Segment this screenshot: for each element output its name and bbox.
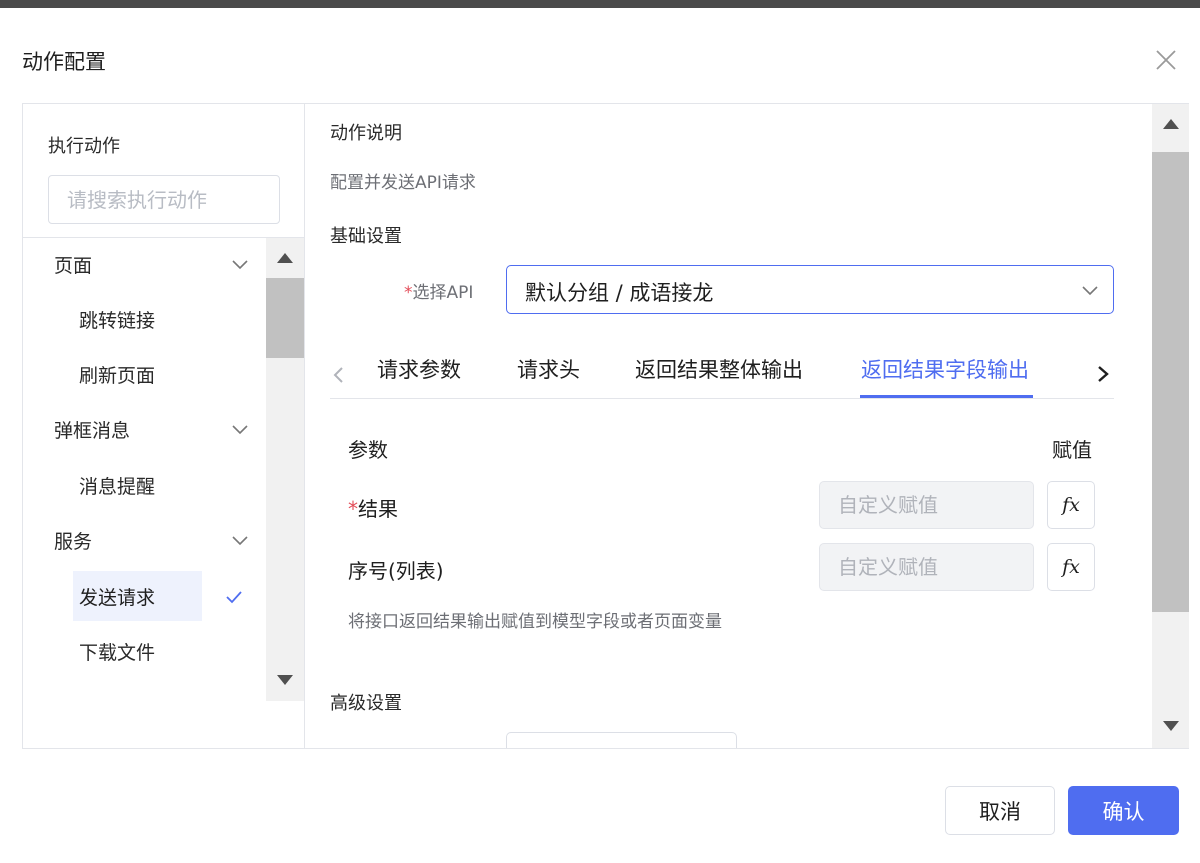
param-label-index: 序号(列表) [348,555,444,584]
action-search-input[interactable] [48,175,280,224]
action-description-text: 配置并发送API请求 [330,173,476,193]
scroll-up-arrow-icon[interactable] [276,252,294,264]
tree-group-popup-message[interactable]: 弹框消息 [23,404,265,454]
active-tab-indicator [860,395,1033,398]
assign-input-index[interactable] [819,543,1034,591]
tree-item-jump-link[interactable]: 跳转链接 [23,294,265,344]
window-top-bar [0,0,1200,8]
api-select[interactable]: 默认分组 / 成语接龙 [506,265,1114,314]
assign-column-header: 赋值 [1052,438,1092,462]
output-hint-text: 将接口返回结果输出赋值到模型字段或者页面变量 [348,612,722,632]
scroll-down-arrow-icon[interactable] [276,674,294,686]
required-mark: * [348,497,358,521]
required-mark: * [404,283,413,303]
tree-group-page[interactable]: 页面 [23,239,265,289]
advanced-setting-field[interactable] [506,732,737,748]
chevron-left-icon[interactable] [330,365,348,385]
scroll-up-arrow-icon[interactable] [1162,118,1180,130]
close-icon[interactable] [1154,48,1178,72]
tree-item-label: 刷新页面 [79,365,156,387]
tree-item-label: 跳转链接 [79,310,156,332]
param-label-result: *结果 [348,493,398,522]
tree-item-message-reminder[interactable]: 消息提醒 [23,460,265,510]
action-list-column: 执行动作 页面 跳转链接 刷新页面 弹框消息 消息提醒 服务 [23,104,305,748]
scroll-down-arrow-icon[interactable] [1162,720,1180,732]
cancel-button[interactable]: 取消 [945,786,1055,835]
assign-input-result[interactable] [819,481,1034,529]
fx-button-result[interactable]: fx [1047,481,1095,529]
param-column-header: 参数 [348,438,388,462]
action-detail-column: 动作说明 配置并发送API请求 基础设置 *选择API 默认分组 / 成语接龙 … [306,104,1152,748]
chevron-down-icon [232,425,248,435]
action-tree: 页面 跳转链接 刷新页面 弹框消息 消息提醒 服务 发送请求 下载文件 [23,237,304,701]
tree-item-label: 下载文件 [79,642,156,664]
confirm-button[interactable]: 确认 [1068,786,1179,835]
tree-item-download-file[interactable]: 下载文件 [23,626,265,676]
param-label-text: 序号(列表) [348,559,444,583]
chevron-right-icon[interactable] [1093,362,1113,386]
basic-settings-title: 基础设置 [330,226,402,247]
chevron-down-icon [232,536,248,546]
select-api-label: *选择API [404,278,473,303]
tree-item-label: 发送请求 [79,587,156,609]
tab-request-params[interactable]: 请求参数 [377,354,461,384]
tab-request-headers[interactable]: 请求头 [517,354,580,384]
advanced-settings-title: 高级设置 [330,693,402,714]
tree-group-label: 服务 [54,531,93,553]
chevron-down-icon [1082,286,1098,296]
action-list-header: 执行动作 [48,136,120,157]
left-scrollbar-thumb[interactable] [266,278,304,358]
right-scrollbar-thumb[interactable] [1152,152,1189,612]
right-scrollbar[interactable] [1152,104,1189,748]
fx-button-index[interactable]: fx [1047,543,1095,591]
api-select-value: 默认分组 / 成语接龙 [525,281,714,305]
tree-item-send-request[interactable]: 发送请求 [23,571,265,621]
check-icon [226,591,242,604]
tree-group-label: 页面 [54,255,93,277]
tree-group-service[interactable]: 服务 [23,515,265,565]
tree-group-label: 弹框消息 [54,420,131,442]
action-config-panel: 执行动作 页面 跳转链接 刷新页面 弹框消息 消息提醒 服务 [22,103,1189,749]
dialog-title: 动作配置 [22,50,106,74]
tab-field-output[interactable]: 返回结果字段输出 [861,354,1029,384]
response-tabs: 请求参数 请求头 返回结果整体输出 返回结果字段输出 [330,340,1114,399]
action-description-title: 动作说明 [330,123,402,144]
chevron-down-icon [232,260,248,270]
tree-item-refresh-page[interactable]: 刷新页面 [23,349,265,399]
select-api-label-text: 选择API [412,283,474,303]
left-scrollbar[interactable] [266,238,304,701]
tree-item-label: 消息提醒 [79,476,156,498]
param-label-text: 结果 [358,497,398,521]
tab-whole-output[interactable]: 返回结果整体输出 [635,354,803,384]
